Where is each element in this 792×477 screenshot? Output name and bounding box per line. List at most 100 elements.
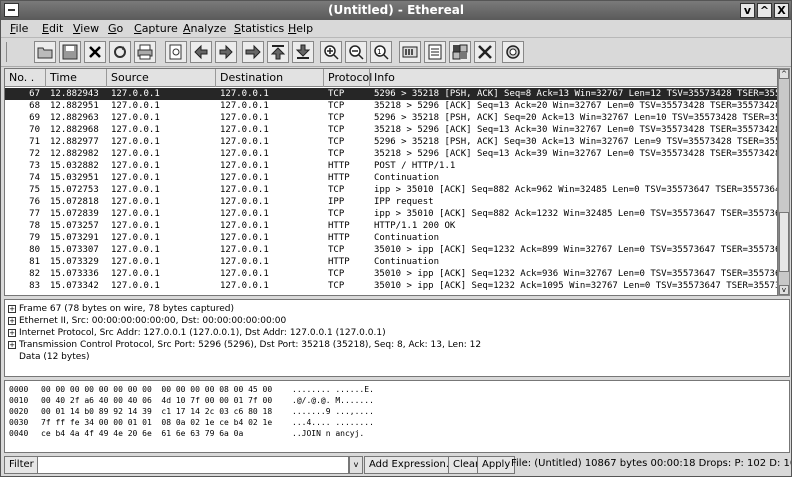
hex-row[interactable]: 0020 00 01 14 b0 89 92 14 39 c1 17 14 2c … [9,407,779,417]
packet-row[interactable]: 80 15.073307 127.0.0.1 127.0.0.1 TCP 35010 > … [5,244,777,256]
packet-source: 127.0.0.1 [111,137,160,147]
packet-row[interactable]: 75 15.072753 127.0.0.1 127.0.0.1 TCP ipp > 35… [5,184,777,196]
hex-row[interactable]: 0000 00 00 00 00 00 00 00 00 00 00 00 00 … [9,385,779,395]
menu-analyze[interactable]: Analyze [183,22,226,35]
packet-no: 75 [29,185,40,195]
packet-no: 71 [29,137,40,147]
zoom-normal-icon[interactable]: 1 [370,41,392,63]
scroll-up-button[interactable]: ^ [779,69,789,79]
packet-time: 12.882977 [50,137,99,147]
packet-row[interactable]: 73 15.032882 127.0.0.1 127.0.0.1 HTTP POST / … [5,160,777,172]
capture-filter-icon[interactable] [399,41,421,63]
packet-protocol: HTTP [328,221,350,231]
packet-row[interactable]: 83 15.073342 127.0.0.1 127.0.0.1 TCP 35010 > … [5,280,778,292]
packet-row[interactable]: 74 15.032951 127.0.0.1 127.0.0.1 HTTP Continu… [5,172,777,184]
scroll-thumb[interactable] [779,212,789,272]
expand-icon[interactable]: + [8,317,16,325]
packet-row[interactable]: 79 15.073291 127.0.0.1 127.0.0.1 HTTP Continu… [5,232,777,244]
reload-icon[interactable] [109,41,131,63]
packet-row[interactable]: 78 15.073257 127.0.0.1 127.0.0.1 HTTP HTTP/1.… [5,220,777,232]
packet-row[interactable]: 68 12.882951 127.0.0.1 127.0.0.1 TCP 35218 > … [5,100,777,112]
zoom-in-icon[interactable] [320,41,342,63]
menu-statistics[interactable]: Statistics [234,22,284,35]
detail-row-ethernet[interactable]: + Ethernet II, Src: 00:00:00:00:00:00, Ds… [8,315,286,327]
close-file-icon[interactable] [84,41,106,63]
add-expression-button[interactable]: Add Expression... [364,456,461,474]
packet-time: 15.072818 [50,197,99,207]
packet-row[interactable]: 67 12.882943 127.0.0.1 127.0.0.1 TCP 5296 > 3… [5,88,777,100]
open-folder-icon[interactable] [34,41,56,63]
packet-list[interactable]: No. . Time Source Destination Protocol I… [4,68,778,296]
menu-go[interactable]: Go [108,22,123,35]
menu-edit[interactable]: Edit [42,22,63,35]
zoom-out-icon[interactable] [345,41,367,63]
column-header-info[interactable]: Info [370,69,777,87]
filter-dropdown-button[interactable]: v [349,456,363,474]
packet-no: 83 [29,281,40,291]
packet-info: 35010 > ipp [ACK] Seq=1232 Ack=1095 Win=… [374,281,778,291]
help-icon[interactable] [502,41,524,63]
maximize-button[interactable]: ^ [757,3,772,18]
go-to-packet-icon[interactable] [242,41,264,63]
detail-row-tcp[interactable]: + Transmission Control Protocol, Src Port… [8,339,481,351]
go-first-icon[interactable] [267,41,289,63]
close-window-button[interactable]: X [774,3,789,18]
expand-icon[interactable]: + [8,329,16,337]
find-packet-icon[interactable] [165,41,187,63]
packet-no: 78 [29,221,40,231]
go-back-icon[interactable] [190,41,212,63]
packet-row[interactable]: 69 12.882963 127.0.0.1 127.0.0.1 TCP 5296 > 3… [5,112,777,124]
display-filter-icon[interactable] [424,41,446,63]
packet-list-scrollbar[interactable]: ^ v [778,68,790,296]
scroll-down-button[interactable]: v [779,285,789,295]
packet-row[interactable]: 82 15.073336 127.0.0.1 127.0.0.1 TCP 35010 > … [5,268,777,280]
packet-row[interactable]: 71 12.882977 127.0.0.1 127.0.0.1 TCP 5296 > 3… [5,136,777,148]
preferences-icon[interactable] [474,41,496,63]
hex-row[interactable]: 0030 7f ff fe 34 00 00 01 01 08 0a 02 1e … [9,418,779,428]
packet-row[interactable]: 77 15.072839 127.0.0.1 127.0.0.1 TCP ipp > 35… [5,208,777,220]
packet-destination: 127.0.0.1 [220,257,269,267]
hex-offset: 0000 [9,385,29,394]
column-header-destination[interactable]: Destination [216,69,324,87]
packet-no: 67 [29,89,40,99]
column-header-no[interactable]: No. . [5,69,46,87]
menu-view[interactable]: View [73,22,99,35]
packet-row[interactable]: 72 12.882982 127.0.0.1 127.0.0.1 TCP 35218 > … [5,148,777,160]
go-last-icon[interactable] [292,41,314,63]
column-header-time[interactable]: Time [46,69,107,87]
packet-protocol: IPP [328,197,345,207]
packet-info: HTTP/1.1 200 OK [374,221,456,231]
detail-row-data[interactable]: Data (12 bytes) [19,351,89,363]
menu-file[interactable]: File [10,22,28,35]
menu-help[interactable]: Help [288,22,313,35]
packet-source: 127.0.0.1 [111,173,160,183]
hex-ascii: .@/.@.@. M....... [292,396,374,405]
hex-row[interactable]: 0040 ce b4 4a 4f 49 4e 20 6e 61 6e 63 79 … [9,429,779,439]
detail-row-ip[interactable]: + Internet Protocol, Src Addr: 127.0.0.1 … [8,327,386,339]
detail-text: Internet Protocol, Src Addr: 127.0.0.1 (… [19,328,386,338]
packet-details-tree[interactable]: + Frame 67 (78 bytes on wire, 78 bytes ca… [4,299,790,377]
packet-row[interactable]: 76 15.072818 127.0.0.1 127.0.0.1 IPP IPP requ… [5,196,777,208]
packet-row[interactable]: 81 15.073329 127.0.0.1 127.0.0.1 HTTP Continu… [5,256,777,268]
print-icon[interactable] [134,41,156,63]
filter-input[interactable] [37,456,349,474]
packet-protocol: HTTP [328,173,350,183]
filter-button[interactable]: Filter [4,456,39,474]
expand-icon[interactable]: + [8,341,16,349]
coloring-rules-icon[interactable] [449,41,471,63]
minimize-button[interactable]: v [740,3,755,18]
packet-row[interactable]: 70 12.882968 127.0.0.1 127.0.0.1 TCP 35218 > … [5,124,777,136]
packet-bytes-pane[interactable]: 0000 00 00 00 00 00 00 00 00 00 00 00 00 … [4,380,790,453]
hex-bytes: 00 01 14 b0 89 92 14 39 c1 17 14 2c 03 c… [41,407,273,416]
menu-capture[interactable]: Capture [134,22,178,35]
go-forward-icon[interactable] [215,41,237,63]
hex-bytes: ce b4 4a 4f 49 4e 20 6e 61 6e 63 79 6a 0… [41,429,244,438]
hex-bytes: 00 40 2f a6 40 00 40 06 4d 10 7f 00 00 0… [41,396,273,405]
save-icon[interactable] [59,41,81,63]
hex-row[interactable]: 0010 00 40 2f a6 40 00 40 06 4d 10 7f 00 … [9,396,779,406]
column-header-source[interactable]: Source [107,69,216,87]
expand-icon[interactable]: + [8,305,16,313]
apply-button[interactable]: Apply [477,456,516,474]
detail-row-frame[interactable]: + Frame 67 (78 bytes on wire, 78 bytes ca… [8,303,234,315]
column-header-protocol[interactable]: Protocol [324,69,372,87]
